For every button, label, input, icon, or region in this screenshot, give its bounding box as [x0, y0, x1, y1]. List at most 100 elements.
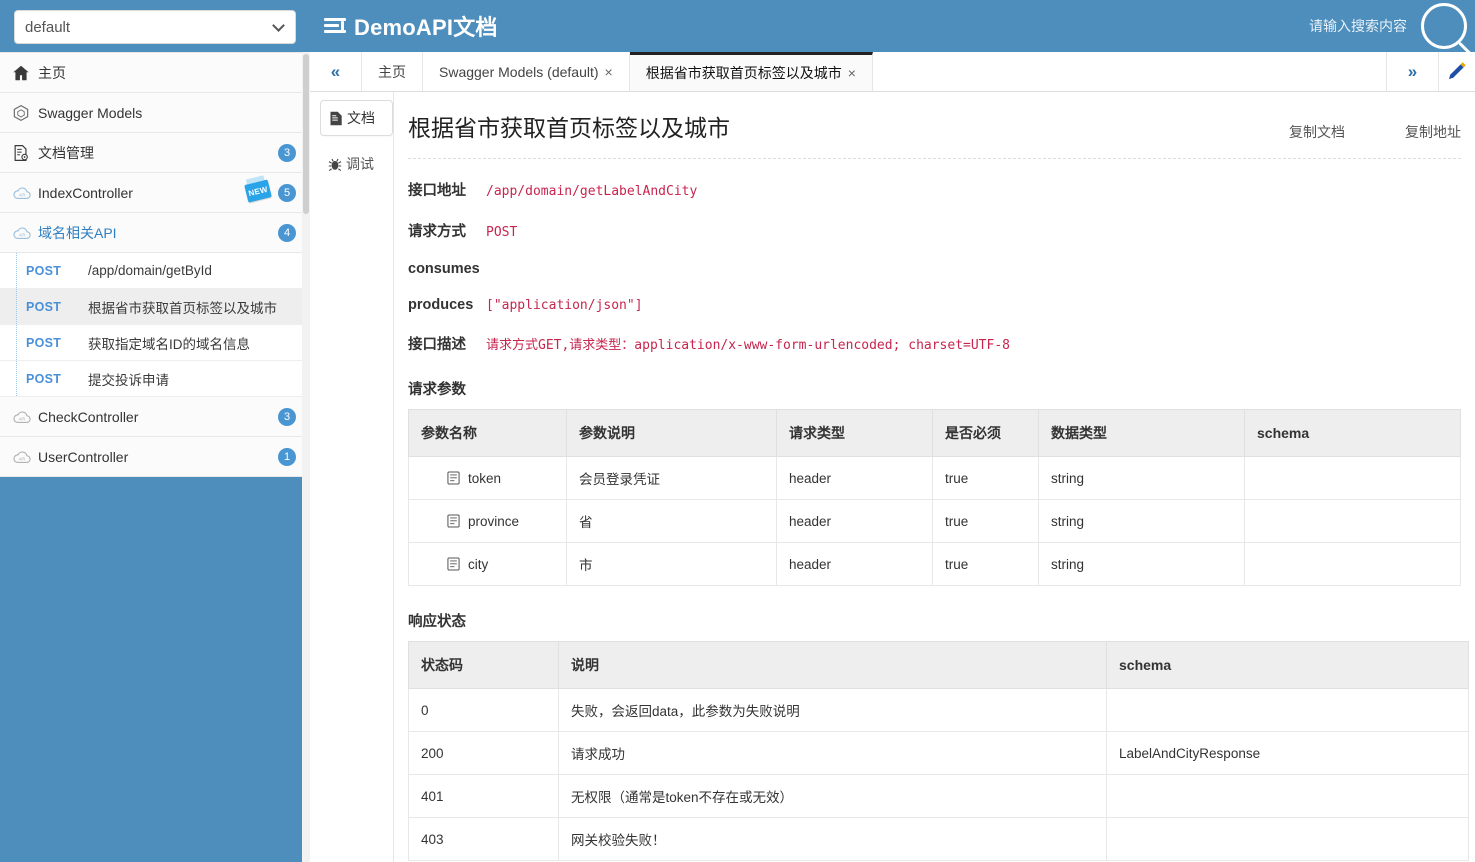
response-status-table: 状态码 说明 schema 0 失败，会返回data，此参数为失败说明 200 …: [408, 641, 1469, 861]
api-cloud-icon: API: [12, 182, 38, 204]
svg-text:API: API: [19, 456, 26, 461]
sidebar-menu: 主页 Swagger Models 文档管理 3 API IndexCon: [0, 52, 310, 477]
app-header: DemoAPI文档 请输入搜索内容: [310, 0, 1475, 52]
col-status-schema: schema: [1107, 642, 1469, 689]
document-icon: [329, 111, 343, 126]
table-header-row: 参数名称 参数说明 请求类型 是否必须 数据类型 schema: [409, 410, 1461, 457]
http-verb: POST: [26, 372, 88, 386]
close-icon[interactable]: ×: [605, 64, 613, 80]
status-schema: [1107, 689, 1469, 732]
api-cloud-icon: API: [12, 406, 38, 428]
sidebar-item-home[interactable]: 主页: [0, 53, 310, 93]
sidebar-api-getlabelandcity[interactable]: POST 根据省市获取首页标签以及城市: [0, 289, 310, 325]
tab-getlabelandcity[interactable]: 根据省市获取首页标签以及城市 ×: [630, 52, 873, 91]
param-in: header: [777, 457, 933, 500]
copy-doc-button[interactable]: 复制文档: [1289, 122, 1345, 142]
tabs-expand-button[interactable]: »: [1387, 52, 1439, 91]
status-code: 0: [409, 689, 559, 732]
status-schema: [1107, 818, 1469, 861]
header-right: 请输入搜索内容: [1309, 3, 1475, 49]
param-required: true: [933, 457, 1039, 500]
pencil-icon[interactable]: [1439, 52, 1475, 91]
param-in: header: [777, 543, 933, 586]
meta-row-description: 接口描述 请求方式GET,请求类型：application/x-www-form…: [408, 333, 1475, 354]
doc-header: 根据省市获取首页标签以及城市 复制文档 复制地址: [408, 108, 1475, 148]
tab-swagger-models[interactable]: Swagger Models (default) ×: [423, 52, 630, 91]
home-icon: [12, 62, 38, 84]
tab-document[interactable]: 文档: [320, 100, 393, 136]
http-verb: POST: [26, 336, 88, 350]
search-icon[interactable]: [1421, 3, 1467, 49]
meta-key: 请求方式: [408, 220, 476, 241]
tab-spacer: [873, 52, 1387, 91]
status-desc: 无权限（通常是token不存在或无效）: [559, 775, 1107, 818]
col-param-name: 参数名称: [409, 410, 567, 457]
tabs-collapse-button[interactable]: «: [310, 52, 362, 91]
cube-icon: [12, 102, 38, 124]
sidebar-item-doc-management[interactable]: 文档管理 3: [0, 133, 310, 173]
sidebar-empty-area: [0, 482, 310, 862]
param-desc: 市: [567, 543, 777, 586]
sidebar-select-wrap: default: [0, 0, 310, 52]
project-select[interactable]: default: [14, 10, 296, 44]
sidebar-item-label: Swagger Models: [38, 105, 142, 121]
meta-row-method: 请求方式 POST: [408, 220, 1475, 241]
api-cloud-icon: API: [12, 222, 38, 244]
api-label: /app/domain/getById: [88, 263, 212, 278]
param-schema: [1245, 543, 1461, 586]
sidebar-api-getbyid[interactable]: POST /app/domain/getById: [0, 253, 310, 289]
param-required: true: [933, 500, 1039, 543]
sidebar-api-domaininfo[interactable]: POST 获取指定域名ID的域名信息: [0, 325, 310, 361]
meta-row-url: 接口地址 /app/domain/getLabelAndCity: [408, 179, 1475, 200]
left-vertical-tabs: 文档 调试: [310, 92, 394, 862]
table-header-row: 状态码 说明 schema: [409, 642, 1469, 689]
app-title: DemoAPI文档: [354, 10, 498, 42]
sidebar-item-indexcontroller[interactable]: API IndexController NEW 5: [0, 173, 310, 213]
sidebar-scrollbar-thumb[interactable]: [303, 54, 309, 214]
meta-key: produces: [408, 297, 476, 313]
project-select-value: default: [25, 19, 70, 36]
meta-key: 接口地址: [408, 179, 476, 200]
param-schema: [1245, 500, 1461, 543]
tab-bar: « 主页 Swagger Models (default) × 根据省市获取首页…: [310, 52, 1475, 92]
sidebar-api-complaint[interactable]: POST 提交投诉申请: [0, 361, 310, 397]
close-icon[interactable]: ×: [848, 65, 856, 81]
tab-label: 根据省市获取首页标签以及城市: [646, 63, 842, 83]
sidebar-item-checkcontroller[interactable]: API CheckController 3: [0, 397, 310, 437]
hamburger-icon[interactable]: [324, 17, 346, 35]
sidebar-scrollbar[interactable]: [302, 52, 310, 862]
copy-url-button[interactable]: 复制地址: [1405, 122, 1461, 142]
param-type: string: [1039, 500, 1245, 543]
response-status-title: 响应状态: [408, 610, 1475, 631]
sidebar-item-swagger-models[interactable]: Swagger Models: [0, 93, 310, 133]
status-desc: 网关校验失败！: [559, 818, 1107, 861]
sidebar-item-badge: 4: [278, 224, 296, 242]
status-code: 403: [409, 818, 559, 861]
col-param-schema: schema: [1245, 410, 1461, 457]
meta-row-consumes: consumes: [408, 261, 1475, 277]
sidebar-item-label: UserController: [38, 449, 128, 465]
col-status-code: 状态码: [409, 642, 559, 689]
status-schema: LabelAndCityResponse: [1107, 732, 1469, 775]
param-name: token: [468, 471, 501, 486]
svg-text:API: API: [19, 232, 26, 237]
sidebar-sublist: POST /app/domain/getById POST 根据省市获取首页标签…: [0, 253, 310, 397]
page-title: 根据省市获取首页标签以及城市: [408, 108, 730, 148]
sidebar-item-usercontroller[interactable]: API UserController 1: [0, 437, 310, 477]
table-row: province 省 header true string: [409, 500, 1461, 543]
new-badge-icon: NEW: [244, 179, 272, 202]
search-input[interactable]: 请输入搜索内容: [1309, 16, 1407, 36]
sidebar-item-domain-api[interactable]: API 域名相关API 4: [0, 213, 310, 253]
table-row: city 市 header true string: [409, 543, 1461, 586]
meta-value: /app/domain/getLabelAndCity: [486, 184, 697, 199]
param-list-icon: [447, 557, 460, 571]
tab-home[interactable]: 主页: [362, 52, 423, 91]
api-label: 提交投诉申请: [88, 369, 169, 389]
status-schema: [1107, 775, 1469, 818]
col-param-type: 数据类型: [1039, 410, 1245, 457]
tab-debug[interactable]: 调试: [320, 146, 393, 182]
table-row: 0 失败，会返回data，此参数为失败说明: [409, 689, 1469, 732]
param-required: true: [933, 543, 1039, 586]
param-desc: 会员登录凭证: [567, 457, 777, 500]
doc-actions: 复制文档 复制地址: [1289, 108, 1461, 142]
